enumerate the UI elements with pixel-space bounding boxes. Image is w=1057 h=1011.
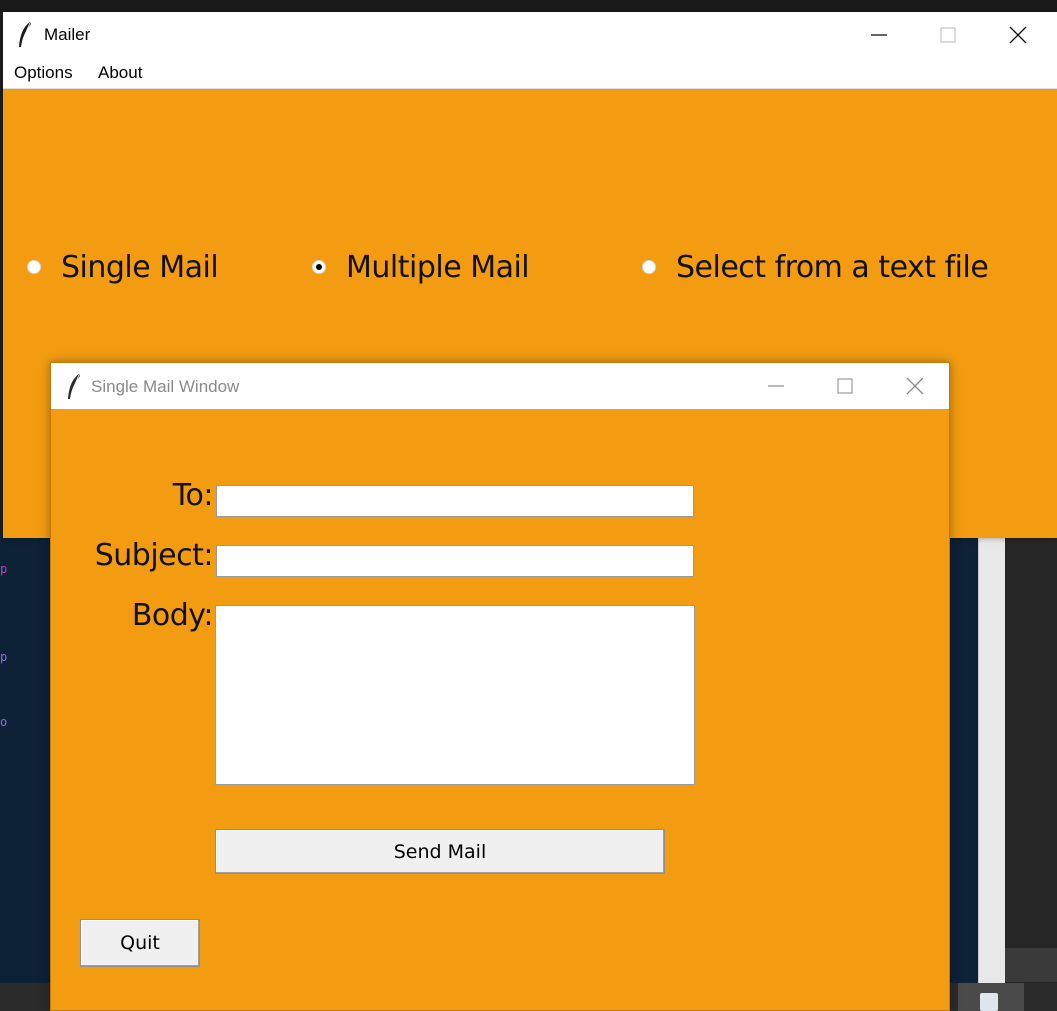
taskbar-item[interactable] [958,983,1024,1011]
close-icon [906,377,924,395]
dialog-close-button[interactable] [880,363,950,409]
radio-multiple-mail[interactable]: Multiple Mail [311,250,561,294]
dialog-minimize-button[interactable] [741,363,811,409]
radio-label: Single Mail [61,250,219,285]
quit-button[interactable]: Quit [80,919,200,967]
mail-mode-radio-group: Single Mail Multiple Mail Select from a … [3,250,1057,294]
background-code-fragment: p [0,650,8,664]
background-desktop-strip [0,0,1057,12]
dialog-maximize-button[interactable] [810,363,880,409]
menubar: Options About [3,58,1057,89]
to-label: To: [172,478,214,513]
maximize-button[interactable] [913,12,983,58]
background-panel-bar [1005,948,1057,982]
close-icon [1009,26,1027,44]
send-mail-button[interactable]: Send Mail [215,829,665,874]
menu-about[interactable]: About [98,63,142,83]
menu-options[interactable]: Options [14,63,73,83]
document-icon [980,993,998,1011]
background-scrollbar [978,536,1006,986]
background-code-fragment: p [0,562,8,576]
radio-indicator[interactable] [312,260,326,274]
radio-select-from-text-file[interactable]: Select from a text file [641,250,1021,294]
maximize-icon [837,378,853,394]
radio-single-mail[interactable]: Single Mail [26,250,246,294]
radio-indicator[interactable] [642,260,656,274]
radio-label: Multiple Mail [346,250,530,285]
single-mail-dialog: Single Mail Window To: Subject: Body: Se… [50,362,950,1011]
subject-field[interactable] [216,545,694,577]
window-title: Mailer [44,25,91,44]
to-field[interactable] [216,485,694,517]
background-panel [1005,536,1057,1011]
minimize-icon [768,385,784,387]
body-label: Body: [131,598,214,633]
main-titlebar[interactable]: Mailer [3,12,1057,58]
radio-indicator[interactable] [27,260,41,274]
background-code-fragment: o [0,715,8,729]
feather-icon [68,374,80,399]
subject-label: Subject: [94,538,214,573]
feather-icon [19,22,31,47]
minimize-icon [871,34,887,36]
dialog-titlebar[interactable]: Single Mail Window [51,363,949,409]
radio-label: Select from a text file [676,250,989,285]
close-button[interactable] [983,12,1053,58]
minimize-button[interactable] [844,12,914,58]
maximize-icon [940,27,956,43]
dialog-title: Single Mail Window [91,377,240,396]
body-field[interactable] [215,605,695,785]
